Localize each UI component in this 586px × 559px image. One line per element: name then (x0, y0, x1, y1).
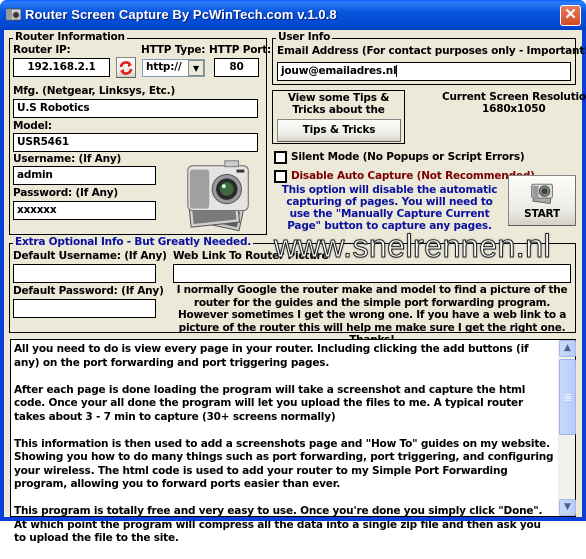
refresh-icon (119, 61, 133, 75)
http-type-value: http:// (146, 61, 182, 73)
mfg-label: Mfg. (Netgear, Linksys, Etc.) (13, 85, 176, 97)
silent-mode-label[interactable]: Silent Mode (No Popups or Script Errors) (291, 151, 525, 163)
default-password-label: Default Password: (If Any) (13, 285, 164, 297)
default-username-input[interactable] (13, 264, 156, 283)
model-input[interactable]: USR5461 (13, 133, 258, 152)
window-title: Router Screen Capture By PcWinTech.com v… (25, 7, 337, 22)
model-label: Model: (13, 120, 52, 132)
instructions-paragraph: After each page is done loading the prog… (14, 383, 526, 423)
email-input[interactable]: jouw@emailadres.nl (277, 62, 571, 81)
web-link-input[interactable] (173, 264, 571, 283)
router-ip-label: Router IP: (13, 44, 71, 56)
disable-auto-capture-label[interactable]: Disable Auto Capture (Not Recommended) (291, 170, 535, 182)
window-bottom-border (0, 517, 586, 521)
email-label: Email Address (For contact purposes only… (277, 45, 586, 57)
default-username-label: Default Username: (If Any) (13, 250, 167, 262)
http-type-label: HTTP Type: (141, 44, 206, 56)
watermark: www.snelrennen.nl (273, 228, 552, 265)
vertical-scrollbar[interactable]: ▲ ▼ (558, 340, 576, 516)
close-button[interactable]: ✕ (560, 5, 581, 26)
silent-mode-checkbox[interactable] (274, 151, 287, 164)
username-input[interactable]: admin (13, 166, 156, 185)
refresh-button[interactable] (116, 57, 136, 78)
password-input[interactable]: xxxxxx (13, 201, 156, 220)
router-info-title: Router Information (13, 31, 127, 43)
text-cursor (396, 65, 398, 77)
web-link-note: I normally Google the router make and mo… (176, 284, 568, 346)
http-port-input[interactable]: 80 (214, 58, 259, 77)
default-password-input[interactable] (13, 299, 156, 318)
instructions-paragraph: This program is totally free and very ea… (14, 505, 543, 544)
start-label: START (524, 208, 560, 220)
http-type-select[interactable]: http:// ▼ (142, 59, 205, 77)
client-area: Router Information Router IP: 192.168.2.… (4, 30, 586, 544)
tips-tricks-button[interactable]: Tips & Tricks (277, 119, 401, 142)
username-label: Username: (If Any) (13, 153, 122, 165)
disable-auto-capture-note: This option will disable the automatic c… (281, 184, 498, 232)
scroll-up-button[interactable]: ▲ (559, 340, 576, 357)
resolution-label: Current Screen Resolution: (442, 91, 586, 103)
email-value: jouw@emailadres.nl (281, 65, 397, 77)
http-port-label: HTTP Port: (209, 44, 272, 56)
dropdown-arrow-button[interactable]: ▼ (188, 60, 204, 76)
app-camera-icon (6, 8, 21, 21)
instructions-paragraph: All you need to do is view every page in… (14, 343, 529, 369)
start-button[interactable]: START (508, 175, 576, 226)
extra-info-title: Extra Optional Info - But Greatly Needed… (13, 236, 254, 248)
resolution-value: 1680x1050 (482, 103, 546, 115)
mfg-input[interactable]: U.S Robotics (13, 99, 258, 118)
scroll-thumb[interactable] (559, 359, 576, 435)
title-bar[interactable]: Router Screen Capture By PcWinTech.com v… (0, 0, 586, 30)
scroll-down-button[interactable]: ▼ (559, 499, 576, 516)
password-label: Password: (If Any) (13, 187, 119, 199)
camera-icon (187, 160, 249, 232)
instructions-paragraph: This information is then used to add a s… (14, 437, 554, 491)
start-camera-icon (531, 183, 553, 205)
instructions-textarea[interactable]: All you need to do is view every page in… (10, 339, 576, 544)
instructions-content: All you need to do is view every page in… (14, 343, 554, 559)
disable-auto-capture-checkbox[interactable] (274, 170, 287, 183)
user-info-title: User Info (276, 31, 333, 43)
router-ip-input[interactable]: 192.168.2.1 (13, 58, 110, 77)
app-window: Router Screen Capture By PcWinTech.com v… (0, 0, 586, 544)
